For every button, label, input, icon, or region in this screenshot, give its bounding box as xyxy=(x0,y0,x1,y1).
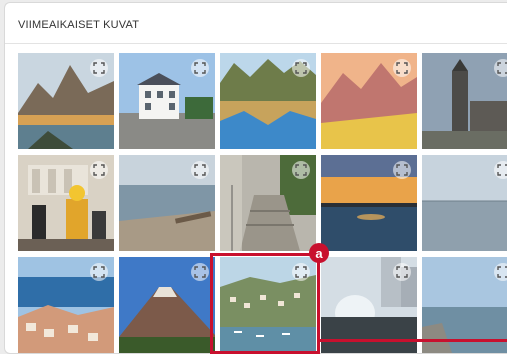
panel-title: VIIMEAIKAISET KUVAT xyxy=(18,19,140,31)
expand-icon[interactable] xyxy=(393,59,411,77)
expand-icon[interactable] xyxy=(494,263,507,281)
photo-thumbnail[interactable] xyxy=(18,53,114,149)
expand-icon[interactable] xyxy=(292,59,310,77)
expand-icon[interactable] xyxy=(90,161,108,179)
expand-icon[interactable] xyxy=(90,263,108,281)
photo-thumbnail[interactable] xyxy=(321,53,417,149)
photo-thumbnail[interactable] xyxy=(119,155,215,251)
expand-icon[interactable] xyxy=(191,161,209,179)
expand-icon[interactable] xyxy=(494,59,507,77)
expand-icon[interactable] xyxy=(191,59,209,77)
expand-icon[interactable] xyxy=(393,161,411,179)
annotation-marker: a xyxy=(309,243,329,263)
expand-icon[interactable] xyxy=(90,59,108,77)
highlight-pointer-line xyxy=(318,339,507,342)
photo-thumbnail[interactable] xyxy=(220,155,316,251)
expand-icon[interactable] xyxy=(292,161,310,179)
photo-thumbnail[interactable] xyxy=(321,155,417,251)
photo-thumbnail[interactable] xyxy=(119,257,215,353)
photo-thumbnail[interactable] xyxy=(422,53,507,149)
divider xyxy=(5,43,507,44)
expand-icon[interactable] xyxy=(393,263,411,281)
photo-thumbnail[interactable] xyxy=(119,53,215,149)
highlight-frame xyxy=(210,253,320,354)
photo-thumbnail[interactable] xyxy=(18,257,114,353)
photo-thumbnail[interactable] xyxy=(18,155,114,251)
photo-thumbnail[interactable] xyxy=(422,155,507,251)
photo-thumbnail[interactable] xyxy=(220,53,316,149)
expand-icon[interactable] xyxy=(191,263,209,281)
expand-icon[interactable] xyxy=(494,161,507,179)
